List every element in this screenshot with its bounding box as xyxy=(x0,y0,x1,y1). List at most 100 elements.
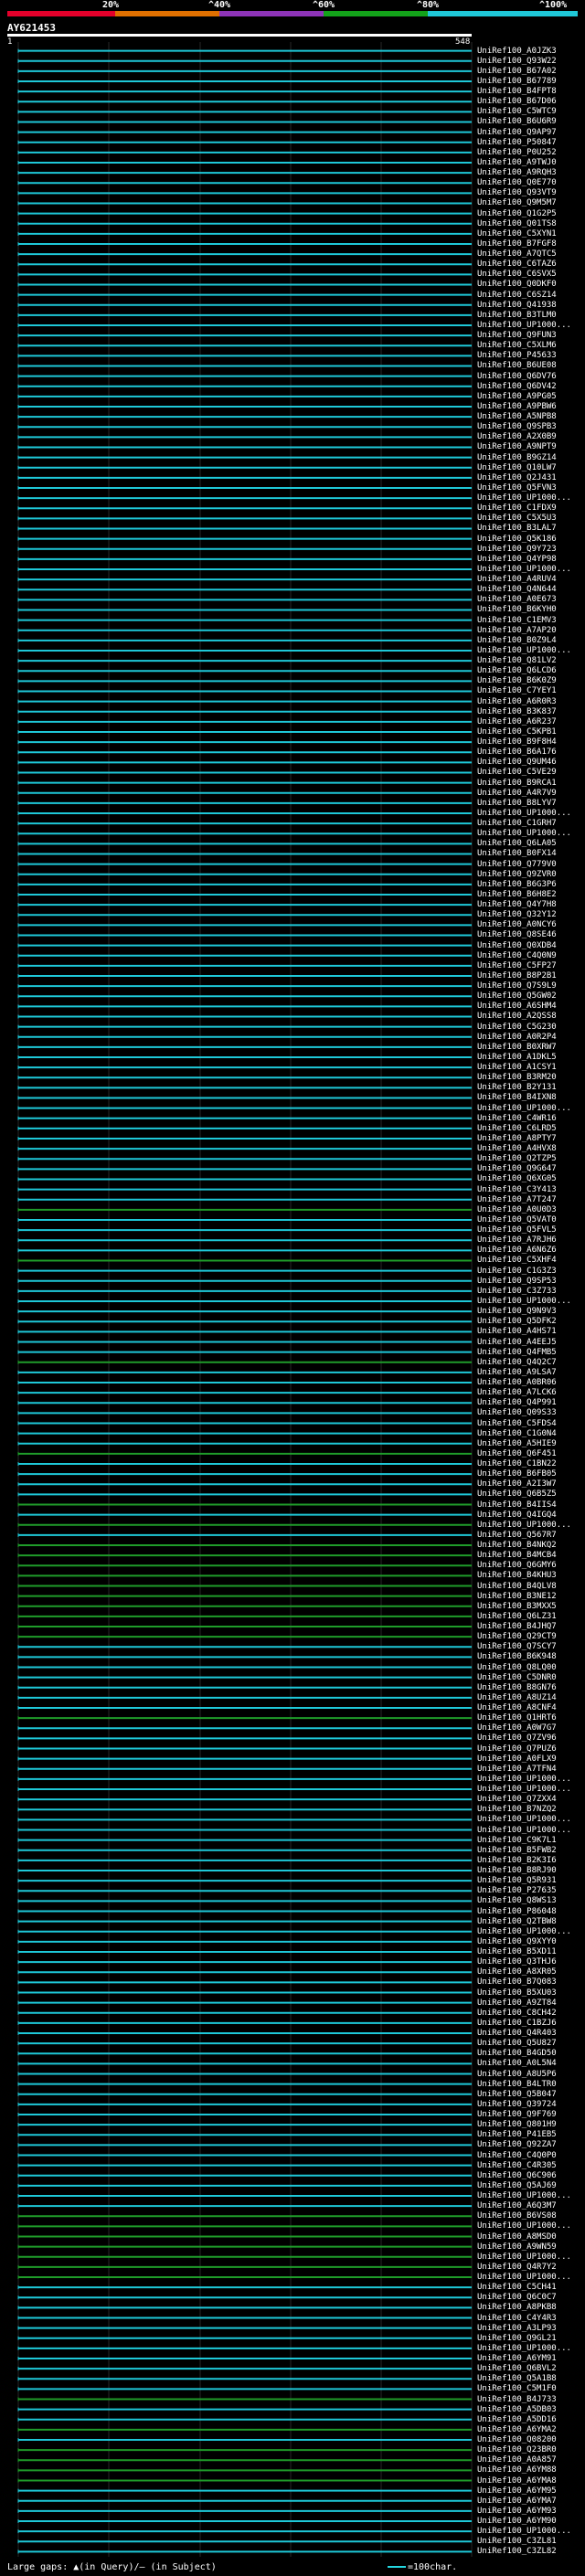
hit-label[interactable]: UniRef100_B4FPT8 xyxy=(477,87,557,96)
hit-label[interactable]: UniRef100_Q3THJ6 xyxy=(477,1957,557,1966)
hit-label[interactable]: UniRef100_B4QLV8 xyxy=(477,1582,557,1591)
hit-label[interactable]: UniRef100_Q41938 xyxy=(477,301,557,310)
hit-label[interactable]: UniRef100_A8U5P6 xyxy=(477,2070,557,2079)
hit-label[interactable]: UniRef100_C1EMV3 xyxy=(477,616,557,625)
hit-label[interactable]: UniRef100_A6YMA8 xyxy=(477,2476,557,2486)
hit-label[interactable]: UniRef100_C4WR16 xyxy=(477,1114,557,1123)
hit-label[interactable]: UniRef100_UP1000... xyxy=(477,2191,571,2200)
hit-label[interactable]: UniRef100_B9RCA1 xyxy=(477,779,557,788)
hit-label[interactable]: UniRef100_C5FDS4 xyxy=(477,1419,557,1428)
hit-label[interactable]: UniRef100_UP1000... xyxy=(477,1815,571,1824)
hit-label[interactable]: UniRef100_B4NKQ2 xyxy=(477,1541,557,1550)
hit-label[interactable]: UniRef100_C5WTC9 xyxy=(477,107,557,116)
hit-label[interactable]: UniRef100_Q9FUN3 xyxy=(477,331,557,340)
hit-label[interactable]: UniRef100_C3ZL82 xyxy=(477,2547,557,2556)
hit-label[interactable]: UniRef100_Q5DFK2 xyxy=(477,1317,557,1326)
hit-label[interactable]: UniRef100_B3RM20 xyxy=(477,1073,557,1082)
hit-label[interactable]: UniRef100_B8RJ90 xyxy=(477,1866,557,1875)
hit-label[interactable]: UniRef100_A9TWJ0 xyxy=(477,158,557,167)
hit-label[interactable]: UniRef100_UP1000... xyxy=(477,2253,571,2262)
hit-label[interactable]: UniRef100_B0FX14 xyxy=(477,849,557,858)
hit-label[interactable]: UniRef100_C8CH42 xyxy=(477,2009,557,2018)
hit-label[interactable]: UniRef100_B6K948 xyxy=(477,1652,557,1661)
hit-label[interactable]: UniRef100_Q5B047 xyxy=(477,2090,557,2099)
hit-label[interactable]: UniRef100_A0R2P4 xyxy=(477,1033,557,1042)
hit-label[interactable]: UniRef100_B6H8E2 xyxy=(477,890,557,899)
hit-label[interactable]: UniRef100_Q4FMB5 xyxy=(477,1348,557,1357)
hit-label[interactable]: UniRef100_A8XR05 xyxy=(477,1967,557,1977)
hit-label[interactable]: UniRef100_Q23BR0 xyxy=(477,2445,557,2454)
hit-label[interactable]: UniRef100_A6YM93 xyxy=(477,2507,557,2516)
hit-label[interactable]: UniRef100_Q9UM46 xyxy=(477,758,557,767)
hit-label[interactable]: UniRef100_C5X5U3 xyxy=(477,514,557,523)
hit-label[interactable]: UniRef100_A0U0D3 xyxy=(477,1205,557,1214)
hit-label[interactable]: UniRef100_Q7S9L9 xyxy=(477,981,557,991)
hit-label[interactable]: UniRef100_Q4R7Y2 xyxy=(477,2263,557,2272)
hit-label[interactable]: UniRef100_Q9N9V3 xyxy=(477,1307,557,1316)
hit-label[interactable]: UniRef100_Q8LQ00 xyxy=(477,1663,557,1672)
hit-label[interactable]: UniRef100_A4R7V9 xyxy=(477,789,557,798)
hit-label[interactable]: UniRef100_A7RJH6 xyxy=(477,1235,557,1245)
hit-label[interactable]: UniRef100_B4IXN8 xyxy=(477,1093,557,1102)
hit-label[interactable]: UniRef100_Q6LZ31 xyxy=(477,1612,557,1621)
hit-label[interactable]: UniRef100_C1G3Z3 xyxy=(477,1267,557,1276)
hit-label[interactable]: UniRef100_C5VE29 xyxy=(477,768,557,777)
hit-label[interactable]: UniRef100_C5CH41 xyxy=(477,2283,557,2292)
hit-label[interactable]: UniRef100_A9LSA7 xyxy=(477,1368,557,1377)
hit-label[interactable]: UniRef100_B4LTR0 xyxy=(477,2080,557,2089)
hit-label[interactable]: UniRef100_A0E673 xyxy=(477,595,557,604)
hit-label[interactable]: UniRef100_A8PKB8 xyxy=(477,2303,557,2312)
hit-label[interactable]: UniRef100_UP1000... xyxy=(477,2273,571,2282)
hit-label[interactable]: UniRef100_Q5U827 xyxy=(477,2039,557,2048)
hit-label[interactable]: UniRef100_A2QSS8 xyxy=(477,1012,557,1021)
hit-label[interactable]: UniRef100_A7TFN4 xyxy=(477,1765,557,1774)
hit-label[interactable]: UniRef100_Q5FVN3 xyxy=(477,483,557,493)
hit-label[interactable]: UniRef100_Q2J431 xyxy=(477,473,557,482)
hit-label[interactable]: UniRef100_A9PBW6 xyxy=(477,402,557,411)
hit-label[interactable]: UniRef100_P27635 xyxy=(477,1886,557,1895)
hit-label[interactable]: UniRef100_C5G230 xyxy=(477,1023,557,1032)
hit-label[interactable]: UniRef100_Q9G647 xyxy=(477,1164,557,1173)
hit-label[interactable]: UniRef100_A6R237 xyxy=(477,717,557,726)
hit-label[interactable]: UniRef100_C1BZJ6 xyxy=(477,2019,557,2028)
hit-label[interactable]: UniRef100_Q4Q2C7 xyxy=(477,1358,557,1367)
hit-label[interactable]: UniRef100_Q779V0 xyxy=(477,860,557,869)
hit-label[interactable]: UniRef100_A4HVX8 xyxy=(477,1144,557,1153)
hit-label[interactable]: UniRef100_A1CSY1 xyxy=(477,1063,557,1072)
hit-label[interactable]: UniRef100_A5DD16 xyxy=(477,2415,557,2424)
hit-label[interactable]: UniRef100_Q1G2P5 xyxy=(477,209,557,218)
hit-label[interactable]: UniRef100_Q6C0C7 xyxy=(477,2293,557,2302)
hit-label[interactable]: UniRef100_A4EEJ5 xyxy=(477,1338,557,1347)
hit-label[interactable]: UniRef100_Q93W22 xyxy=(477,57,557,66)
hit-label[interactable]: UniRef100_C4Q0N9 xyxy=(477,951,557,960)
hit-label[interactable]: UniRef100_C1G0N4 xyxy=(477,1429,557,1438)
hit-label[interactable]: UniRef100_A7T247 xyxy=(477,1195,557,1204)
hit-label[interactable]: UniRef100_B3NE12 xyxy=(477,1592,557,1601)
hit-label[interactable]: UniRef100_Q8SE46 xyxy=(477,930,557,939)
hit-label[interactable]: UniRef100_UP1000... xyxy=(477,2344,571,2353)
hit-label[interactable]: UniRef100_Q6F451 xyxy=(477,1449,557,1458)
hit-label[interactable]: UniRef100_A9RQH3 xyxy=(477,168,557,177)
hit-label[interactable]: UniRef100_B3TLM0 xyxy=(477,311,557,320)
hit-label[interactable]: UniRef100_B3LAL7 xyxy=(477,524,557,533)
hit-label[interactable]: UniRef100_Q2TBW8 xyxy=(477,1917,557,1926)
hit-label[interactable]: UniRef100_Q9GL21 xyxy=(477,2334,557,2343)
hit-label[interactable]: UniRef100_A6N6Z6 xyxy=(477,1246,557,1255)
hit-label[interactable]: UniRef100_Q4R403 xyxy=(477,2029,557,2038)
hit-label[interactable]: UniRef100_A7AP20 xyxy=(477,626,557,635)
hit-label[interactable]: UniRef100_UP1000... xyxy=(477,1521,571,1530)
hit-label[interactable]: UniRef100_Q5VAT0 xyxy=(477,1215,557,1224)
hit-label[interactable]: UniRef100_Q6DV76 xyxy=(477,372,557,381)
hit-label[interactable]: UniRef100_Q5FVL5 xyxy=(477,1225,557,1235)
hit-label[interactable]: UniRef100_A6SHM4 xyxy=(477,1002,557,1011)
hit-label[interactable]: UniRef100_UP1000... xyxy=(477,829,571,838)
hit-label[interactable]: UniRef100_C4Q0P0 xyxy=(477,2151,557,2160)
hit-label[interactable]: UniRef100_B6U6R9 xyxy=(477,117,557,126)
hit-label[interactable]: UniRef100_B67D06 xyxy=(477,97,557,106)
hit-label[interactable]: UniRef100_C5XLM6 xyxy=(477,341,557,350)
hit-label[interactable]: UniRef100_B6FB05 xyxy=(477,1469,557,1479)
hit-label[interactable]: UniRef100_Q6LA05 xyxy=(477,839,557,848)
hit-label[interactable]: UniRef100_A8PTY7 xyxy=(477,1134,557,1143)
hit-label[interactable]: UniRef100_A6R0R3 xyxy=(477,697,557,706)
hit-label[interactable]: UniRef100_A6YM88 xyxy=(477,2465,557,2475)
